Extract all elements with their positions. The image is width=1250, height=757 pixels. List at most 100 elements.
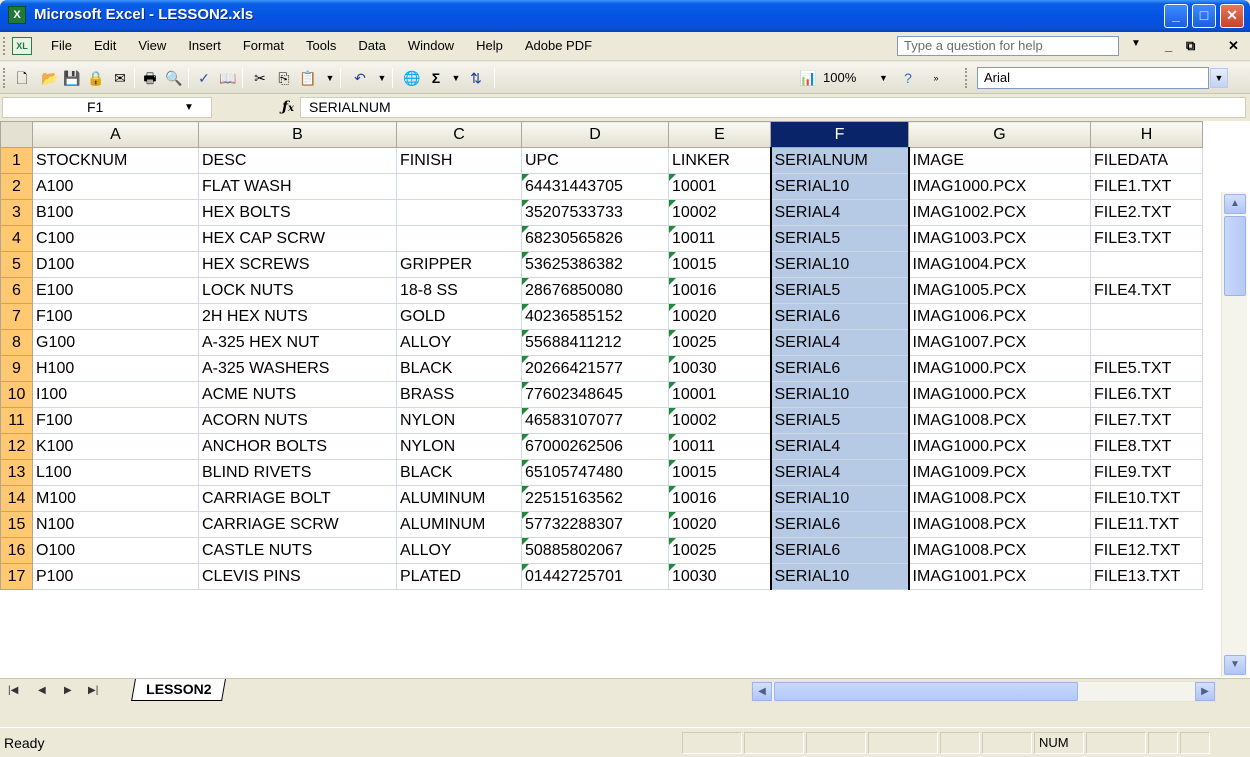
cell-b17[interactable]: CLEVIS PINS [198, 563, 397, 590]
cell-g11[interactable]: IMAG1008.PCX [908, 407, 1091, 434]
chevron-down-icon[interactable]: ▼ [320, 68, 340, 88]
cell-f17[interactable]: SERIAL10 [769, 563, 910, 590]
cell-e15[interactable]: 10020 [668, 511, 771, 538]
cell-d17[interactable]: 01442725701 [521, 563, 669, 590]
cell-d12[interactable]: 67000262506 [521, 433, 669, 460]
menu-data[interactable]: Data [347, 38, 396, 53]
cell-a2[interactable]: A100 [32, 173, 199, 200]
sheet-tab-lesson2[interactable]: LESSON2 [131, 679, 227, 701]
cell-b6[interactable]: LOCK NUTS [198, 277, 397, 304]
row-header[interactable]: 16 [0, 537, 33, 564]
menu-insert[interactable]: Insert [177, 38, 232, 53]
cell-a15[interactable]: N100 [32, 511, 199, 538]
cell-a4[interactable]: C100 [32, 225, 199, 252]
row-header[interactable]: 8 [0, 329, 33, 356]
menu-adobe-pdf[interactable]: Adobe PDF [514, 38, 603, 53]
cell-f11[interactable]: SERIAL5 [769, 407, 910, 434]
cell-g8[interactable]: IMAG1007.PCX [908, 329, 1091, 356]
cell-f4[interactable]: SERIAL5 [769, 225, 910, 252]
cell-f6[interactable]: SERIAL5 [769, 277, 910, 304]
hyperlink-icon[interactable]: 🌐 [402, 68, 422, 88]
cell-c11[interactable]: NYLON [396, 407, 522, 434]
cell-d4[interactable]: 68230565826 [521, 225, 669, 252]
toolbar-grip[interactable] [3, 68, 7, 88]
cell-c3[interactable] [396, 199, 522, 226]
menu-window[interactable]: Window [397, 38, 465, 53]
menu-file[interactable]: File [40, 38, 83, 53]
cell-f12[interactable]: SERIAL4 [769, 433, 910, 460]
cell-c16[interactable]: ALLOY [396, 537, 522, 564]
cell-h4[interactable]: FILE3.TXT [1090, 225, 1203, 252]
vertical-scrollbar[interactable]: ▲ ▼ [1221, 192, 1247, 677]
menu-view[interactable]: View [127, 38, 177, 53]
close-button[interactable]: ✕ [1220, 4, 1244, 28]
cell-e9[interactable]: 10030 [668, 355, 771, 382]
cell-a13[interactable]: L100 [32, 459, 199, 486]
doc-restore-button[interactable]: ⧉ [1186, 38, 1195, 54]
cell-d1[interactable]: UPC [521, 147, 669, 174]
cell-e6[interactable]: 10016 [668, 277, 771, 304]
name-box[interactable]: F1 [2, 97, 212, 118]
cell-d16[interactable]: 50885802067 [521, 537, 669, 564]
cell-d11[interactable]: 46583107077 [521, 407, 669, 434]
cell-b4[interactable]: HEX CAP SCRW [198, 225, 397, 252]
cell-b14[interactable]: CARRIAGE BOLT [198, 485, 397, 512]
undo-icon[interactable]: ↶ [350, 68, 370, 88]
row-header[interactable]: 15 [0, 511, 33, 538]
cell-e12[interactable]: 10011 [668, 433, 771, 460]
row-header[interactable]: 3 [0, 199, 33, 226]
cell-a6[interactable]: E100 [32, 277, 199, 304]
cell-h17[interactable]: FILE13.TXT [1090, 563, 1203, 590]
cell-f3[interactable]: SERIAL4 [769, 199, 910, 226]
cell-e5[interactable]: 10015 [668, 251, 771, 278]
cell-h1[interactable]: FILEDATA [1090, 147, 1203, 174]
cell-a11[interactable]: F100 [32, 407, 199, 434]
cell-g3[interactable]: IMAG1002.PCX [908, 199, 1091, 226]
cell-b12[interactable]: ANCHOR BOLTS [198, 433, 397, 460]
menu-tools[interactable]: Tools [295, 38, 347, 53]
cell-f5[interactable]: SERIAL10 [769, 251, 910, 278]
cell-c17[interactable]: PLATED [396, 563, 522, 590]
font-select[interactable]: Arial [977, 67, 1209, 89]
cell-h6[interactable]: FILE4.TXT [1090, 277, 1203, 304]
chevron-down-icon[interactable]: ▼ [184, 102, 194, 113]
help-search-input[interactable]: Type a question for help [897, 36, 1119, 56]
cell-f15[interactable]: SERIAL6 [769, 511, 910, 538]
cell-g13[interactable]: IMAG1009.PCX [908, 459, 1091, 486]
menu-grip[interactable] [3, 37, 7, 55]
cut-icon[interactable]: ✂ [250, 68, 270, 88]
spreadsheet-grid[interactable]: A B C D E F G H 1 STOCKNUM DESC FINISH UPC LI… [0, 121, 1250, 678]
cell-g1[interactable]: IMAGE [908, 147, 1091, 174]
cell-a12[interactable]: K100 [32, 433, 199, 460]
cell-h2[interactable]: FILE1.TXT [1090, 173, 1203, 200]
cell-a8[interactable]: G100 [32, 329, 199, 356]
cell-h5[interactable] [1090, 251, 1203, 278]
row-header[interactable]: 2 [0, 173, 33, 200]
row-header[interactable]: 1 [0, 147, 33, 174]
column-header-selected[interactable]: F [770, 121, 909, 148]
column-header[interactable]: C [396, 121, 522, 148]
chevron-down-icon[interactable]: ▼ [1131, 38, 1141, 49]
cell-d6[interactable]: 28676850080 [521, 277, 669, 304]
help-icon[interactable]: ? [898, 68, 918, 88]
cell-e7[interactable]: 10020 [668, 303, 771, 330]
scroll-left-icon[interactable]: ◀ [752, 682, 772, 701]
cell-b16[interactable]: CASTLE NUTS [198, 537, 397, 564]
formula-input[interactable]: SERIALNUM [300, 97, 1246, 118]
insert-function-icon[interactable]: ƒx [282, 99, 294, 115]
email-icon[interactable]: ✉ [110, 68, 130, 88]
row-header[interactable]: 6 [0, 277, 33, 304]
cell-c6[interactable]: 18-8 SS [396, 277, 522, 304]
scroll-right-icon[interactable]: ▶ [1195, 682, 1215, 701]
cell-a3[interactable]: B100 [32, 199, 199, 226]
save-icon[interactable]: 💾 [62, 68, 82, 88]
cell-c9[interactable]: BLACK [396, 355, 522, 382]
cell-a1[interactable]: STOCKNUM [32, 147, 199, 174]
cell-g10[interactable]: IMAG1000.PCX [908, 381, 1091, 408]
cell-c1[interactable]: FINISH [396, 147, 522, 174]
row-header[interactable]: 11 [0, 407, 33, 434]
cell-c7[interactable]: GOLD [396, 303, 522, 330]
cell-g2[interactable]: IMAG1000.PCX [908, 173, 1091, 200]
cell-d8[interactable]: 55688411212 [521, 329, 669, 356]
chevron-down-icon[interactable]: ▼ [879, 68, 893, 88]
